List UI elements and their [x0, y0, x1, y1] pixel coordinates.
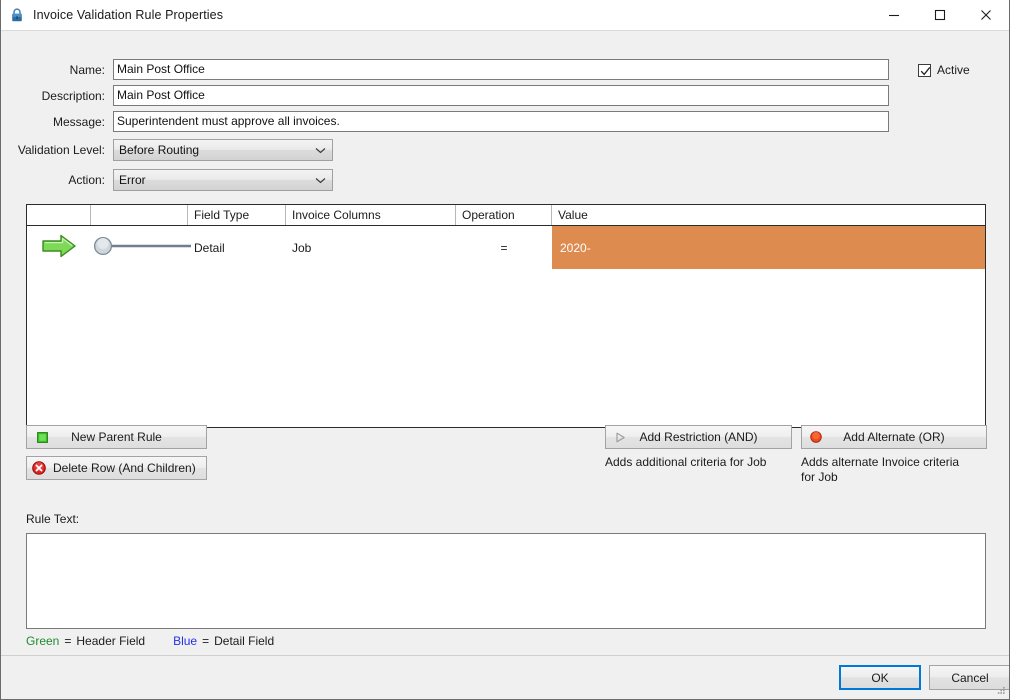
grid-header-row: Field Type Invoice Columns Operation Val… — [27, 205, 985, 226]
description-input[interactable]: Main Post Office — [113, 85, 889, 106]
minimize-icon — [888, 9, 900, 21]
field-row-name: Name: Main Post Office — [1, 59, 889, 80]
active-checkbox[interactable]: Active — [918, 63, 970, 77]
row-invoice-columns: Job — [292, 240, 312, 255]
name-label: Name: — [69, 62, 105, 77]
rule-text-label: Rule Text: — [26, 512, 80, 526]
minimize-button[interactable] — [871, 0, 917, 31]
row-operation: = — [500, 240, 508, 255]
grid-col-value[interactable]: Value — [552, 205, 985, 225]
ok-button[interactable]: OK — [839, 665, 921, 690]
action-select[interactable]: Error — [113, 169, 333, 191]
grid-col-marker[interactable] — [27, 205, 91, 225]
window-title: Invoice Validation Rule Properties — [33, 8, 224, 22]
row-field-type: Detail — [194, 240, 225, 255]
validation-level-select[interactable]: Before Routing — [113, 139, 333, 161]
add-alternate-help: Adds alternate Invoice criteria for Job — [801, 455, 960, 484]
table-row[interactable]: Detail Job = 2020- — [27, 226, 985, 269]
maximize-icon — [934, 9, 946, 21]
red-delete-icon — [27, 461, 51, 475]
row-connector-cell — [91, 226, 191, 269]
legend-green-eq: = — [64, 634, 72, 648]
field-row-description: Description: Main Post Office — [1, 85, 889, 106]
active-label: Active — [937, 63, 970, 77]
footer-bar: OK Cancel — [1, 656, 1009, 699]
add-alternate-button[interactable]: Add Alternate (OR) — [801, 425, 987, 449]
validation-level-value: Before Routing — [119, 143, 200, 157]
orange-circle-icon — [802, 431, 830, 443]
title-bar: Invoice Validation Rule Properties — [1, 0, 1009, 31]
new-parent-rule-label: New Parent Rule — [71, 430, 162, 444]
legend-blue-eq: = — [202, 634, 210, 648]
green-arrow-icon — [41, 233, 77, 262]
grid-body: Detail Job = 2020- — [27, 226, 985, 269]
checkbox-box — [918, 63, 931, 77]
field-row-message: Message: Superintendent must approve all… — [1, 111, 889, 132]
chevron-down-icon — [315, 143, 326, 157]
message-label: Message: — [52, 114, 105, 129]
window-controls — [871, 0, 1009, 31]
action-value: Error — [119, 173, 146, 187]
lock-icon — [9, 7, 25, 23]
gray-triangle-icon — [606, 432, 634, 443]
name-input[interactable]: Main Post Office — [113, 59, 889, 80]
field-row-validation-level: Validation Level: Before Routing — [1, 139, 333, 161]
grid-col-field-type[interactable]: Field Type — [188, 205, 286, 225]
node-connector-icon — [91, 235, 201, 260]
field-row-action: Action: Error — [1, 169, 333, 191]
rule-text-input[interactable] — [26, 533, 986, 629]
close-button[interactable] — [963, 0, 1009, 31]
chevron-down-icon — [315, 173, 326, 187]
legend: Green = Header Field Blue = Detail Field — [26, 634, 274, 648]
delete-row-label: Delete Row (And Children) — [53, 461, 196, 475]
grid-col-invoice-columns[interactable]: Invoice Columns — [286, 205, 456, 225]
add-restriction-help: Adds additional criteria for Job — [605, 455, 767, 469]
grid-col-operation[interactable]: Operation — [456, 205, 552, 225]
maximize-button[interactable] — [917, 0, 963, 31]
resize-grip[interactable] — [994, 685, 1006, 697]
legend-blue-word: Blue — [173, 634, 198, 648]
legend-green-word: Green — [26, 634, 60, 648]
green-square-icon — [27, 431, 57, 443]
legend-blue-text: Detail Field — [214, 634, 275, 648]
dialog-window: Invoice Validation Rule Properties Name: — [0, 0, 1010, 700]
row-value[interactable]: 2020- — [552, 226, 985, 269]
row-marker-cell[interactable] — [27, 226, 91, 269]
message-input[interactable]: Superintendent must approve all invoices… — [113, 111, 889, 132]
new-parent-rule-button[interactable]: New Parent Rule — [26, 425, 207, 449]
grid-col-tree[interactable] — [91, 205, 188, 225]
close-icon — [980, 9, 992, 21]
rules-grid: Field Type Invoice Columns Operation Val… — [26, 204, 986, 428]
add-restriction-button[interactable]: Add Restriction (AND) — [605, 425, 792, 449]
validation-level-label: Validation Level: — [17, 143, 105, 157]
legend-green-text: Header Field — [76, 634, 146, 648]
delete-row-button[interactable]: Delete Row (And Children) — [26, 456, 207, 480]
add-alternate-label: Add Alternate (OR) — [843, 430, 945, 444]
add-restriction-label: Add Restriction (AND) — [639, 430, 758, 444]
action-label: Action: — [68, 173, 105, 187]
description-label: Description: — [41, 88, 105, 103]
